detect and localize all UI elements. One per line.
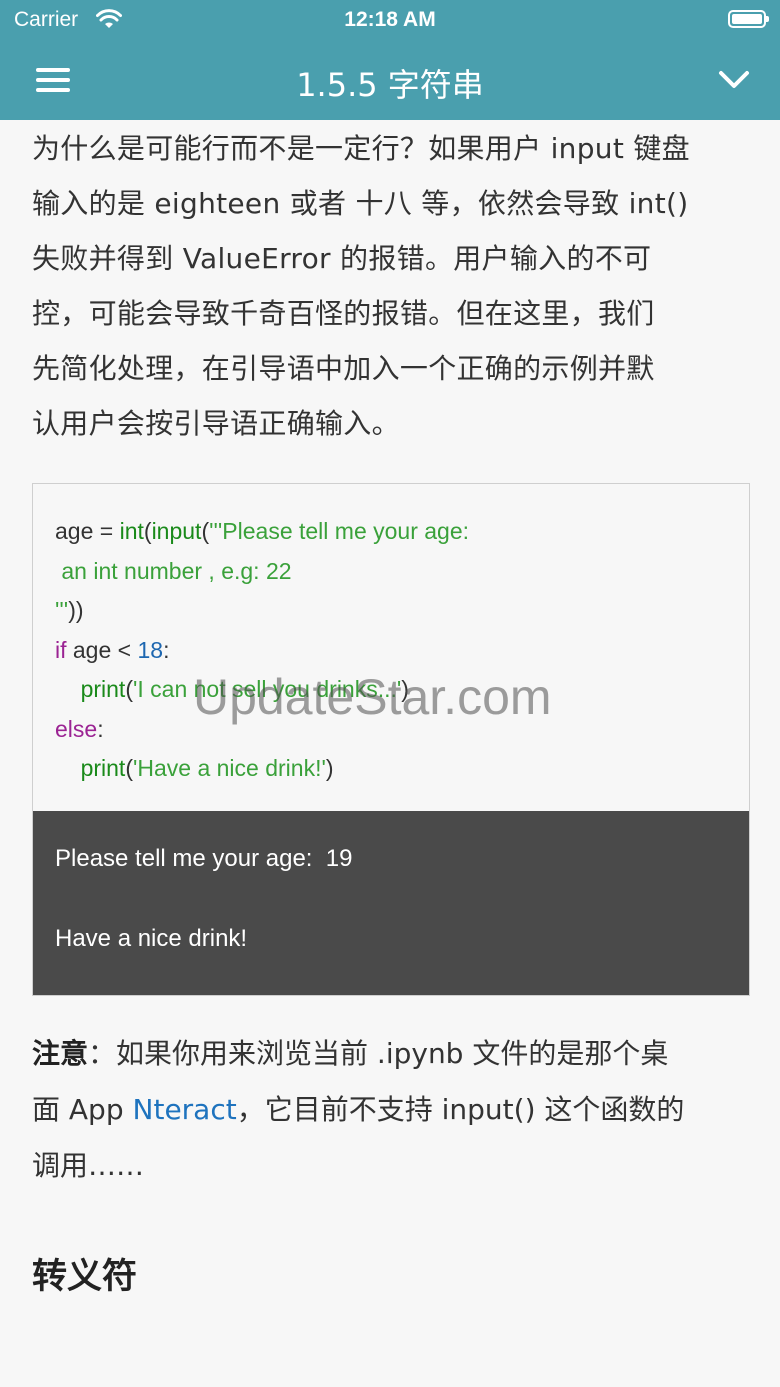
code-token: : <box>97 715 104 742</box>
code-token: ( <box>125 676 133 702</box>
code-token: ( <box>143 518 152 544</box>
output-line: Have a nice drink! <box>55 924 248 952</box>
code-input: age = int(input('''Please tell me your a… <box>33 484 749 811</box>
section-heading: 转义符 <box>32 1256 138 1297</box>
code-token: age < <box>66 636 138 663</box>
intro-paragraph: 为什么是可能行而不是一定行？如果用户 input 键盘 输入的是 eightee… <box>32 121 750 451</box>
paragraph-line: 输入的是 eighteen 或者 十八 等，依然会导致 int() <box>32 187 689 220</box>
clock: 12:18 AM <box>344 8 436 31</box>
status-bar: Carrier 12:18 AM <box>0 0 780 40</box>
chevron-down-icon[interactable] <box>718 64 750 96</box>
paragraph-line: 控，可能会导致千奇百怪的报错。但在这里，我们 <box>32 297 655 330</box>
code-token: )) <box>68 597 84 623</box>
code-token: '''Please tell me your age: <box>209 518 470 544</box>
code-output: Please tell me your age: 19 ​ Have a nice … <box>33 810 749 995</box>
nteract-link[interactable]: Nteract <box>133 1093 237 1126</box>
code-cell: age = int(input('''Please tell me your a… <box>32 483 750 996</box>
note-line: 调用…… <box>32 1148 145 1182</box>
code-token: ( <box>125 755 133 781</box>
code-token: print <box>80 755 126 781</box>
code-token: print <box>80 676 126 702</box>
code-line: print('I can not sell you drinks...') <box>55 670 749 710</box>
code-token: ) <box>401 676 409 702</box>
output-line: ​ <box>55 879 727 919</box>
code-token: int <box>119 518 144 544</box>
code-token: input <box>151 518 202 544</box>
paragraph-line: 先简化处理，在引导语中加入一个正确的示例并默 <box>32 352 655 385</box>
code-token: 'I can not sell you drinks...' <box>132 676 402 702</box>
code-token: ( <box>201 518 210 544</box>
code-line: if age < 18: <box>55 631 749 671</box>
note-text: 面 App <box>32 1092 133 1126</box>
note-paragraph: 注意：如果你用来浏览当前 .ipynb 文件的是那个桌 面 App Nterac… <box>32 1026 750 1194</box>
code-token: age = <box>55 518 120 544</box>
code-token: ) <box>325 755 334 781</box>
code-token: 'Have a nice drink!' <box>132 755 326 781</box>
note-text: ，它目前不支持 input() 这个函数的 <box>236 1092 685 1126</box>
code-token: ''' <box>55 597 69 623</box>
article-content: 为什么是可能行而不是一定行？如果用户 input 键盘 输入的是 eightee… <box>32 121 750 1299</box>
code-line: print('Have a nice drink!') <box>55 749 749 789</box>
note-label: 注意 <box>32 1036 89 1070</box>
battery-icon <box>728 10 769 28</box>
paragraph-line: 失败并得到 ValueError 的报错。用户输入的不可 <box>32 242 652 275</box>
code-line: age = int(input('''Please tell me your a… <box>55 512 749 552</box>
paragraph-line: 为什么是可能行而不是一定行？如果用户 input 键盘 <box>32 132 690 165</box>
note-line: 注意：如果你用来浏览当前 .ipynb 文件的是那个桌 <box>32 1026 750 1082</box>
navigation-bar: 1.5.5 字符串 <box>0 40 780 120</box>
note-text: ：如果你用来浏览当前 .ipynb 文件的是那个桌 <box>88 1036 669 1070</box>
code-line: else: <box>55 710 749 750</box>
code-token: if <box>55 636 67 663</box>
code-line: an int number , e.g: 22 <box>55 552 749 592</box>
code-token: 18 <box>137 636 164 663</box>
code-token: an int number , e.g: 22 <box>55 557 292 584</box>
code-token: : <box>163 636 170 663</box>
page-title: 1.5.5 字符串 <box>296 66 484 104</box>
output-line: Please tell me your age: 19 <box>55 844 353 872</box>
paragraph-line: 认用户会按引导语正确输入。 <box>32 407 400 440</box>
note-line: 面 App Nteract，它目前不支持 input() 这个函数的 <box>32 1082 750 1138</box>
code-line: ''')) <box>55 591 749 631</box>
code-token: else <box>55 715 98 742</box>
